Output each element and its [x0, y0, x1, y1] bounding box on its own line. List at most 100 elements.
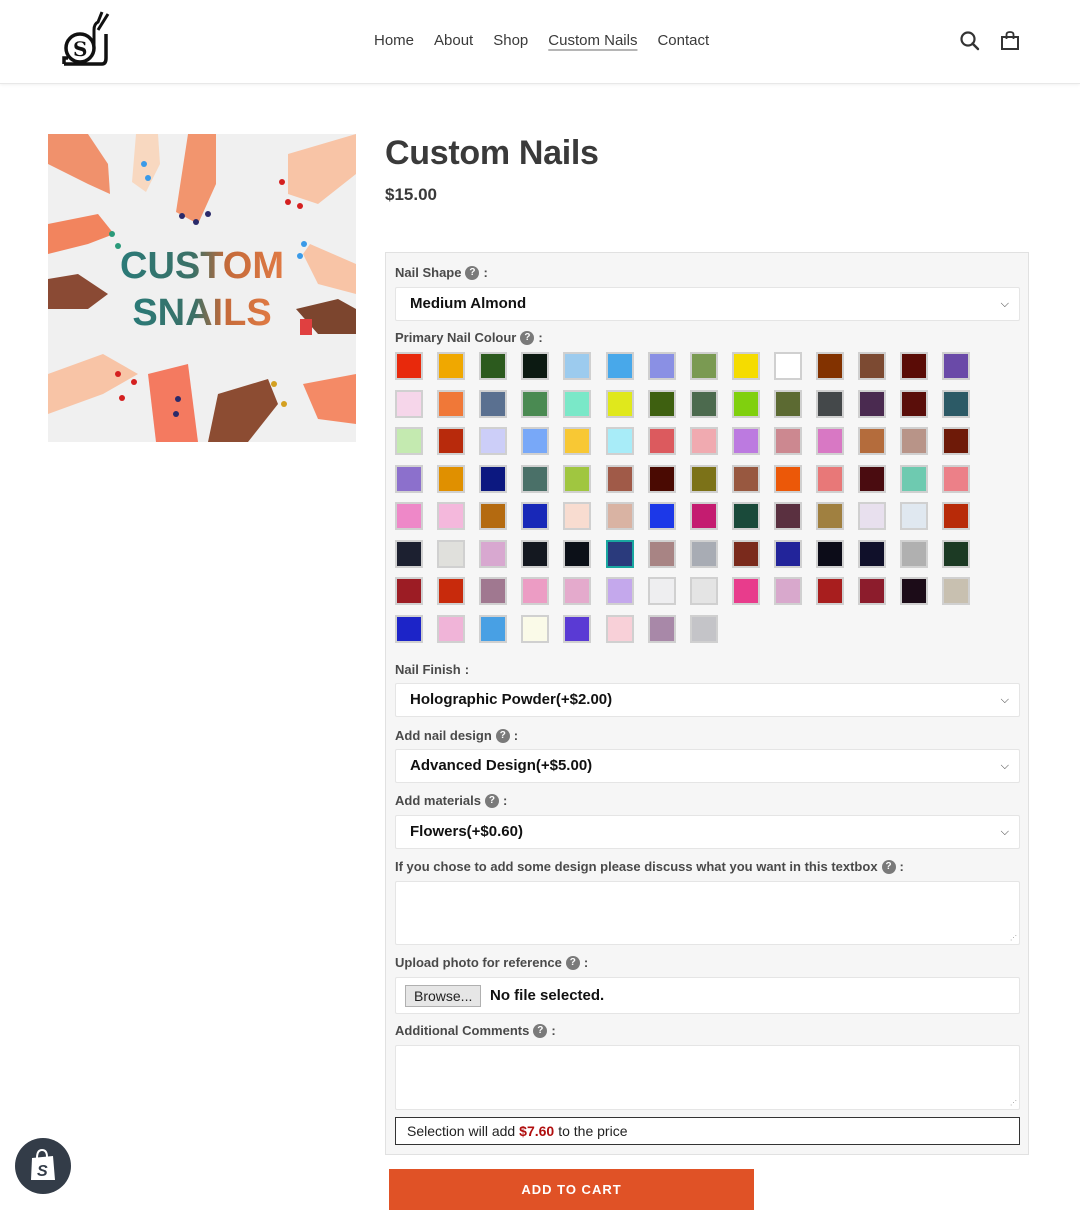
- nav-about[interactable]: About: [424, 31, 483, 51]
- colour-swatch[interactable]: [690, 427, 718, 455]
- colour-swatch[interactable]: [900, 502, 928, 530]
- colour-swatch[interactable]: [395, 427, 423, 455]
- colour-swatch[interactable]: [690, 352, 718, 380]
- product-image[interactable]: CUSTOM SNAILS: [48, 134, 356, 442]
- browse-button[interactable]: Browse...: [405, 985, 482, 1007]
- colour-swatch[interactable]: [732, 540, 760, 568]
- nail-finish-select[interactable]: Holographic Powder(+$2.00) ⌵: [395, 683, 1020, 717]
- colour-swatch[interactable]: [437, 540, 465, 568]
- colour-swatch-selected[interactable]: [606, 540, 634, 568]
- colour-swatch[interactable]: [648, 540, 676, 568]
- help-icon[interactable]: ?: [465, 265, 480, 280]
- colour-swatch[interactable]: [479, 427, 507, 455]
- colour-swatch[interactable]: [521, 352, 549, 380]
- colour-swatch[interactable]: [774, 427, 802, 455]
- help-icon[interactable]: ?: [520, 330, 535, 345]
- colour-swatch[interactable]: [900, 465, 928, 493]
- colour-swatch[interactable]: [690, 390, 718, 418]
- colour-swatch[interactable]: [437, 352, 465, 380]
- colour-swatch[interactable]: [606, 465, 634, 493]
- shopify-badge[interactable]: S: [15, 1138, 71, 1194]
- resize-handle-icon[interactable]: ⋰: [1010, 935, 1017, 942]
- colour-swatch[interactable]: [395, 390, 423, 418]
- colour-swatch[interactable]: [900, 427, 928, 455]
- colour-swatch[interactable]: [816, 577, 844, 605]
- colour-swatch[interactable]: [521, 390, 549, 418]
- colour-swatch[interactable]: [816, 502, 844, 530]
- colour-swatch[interactable]: [774, 352, 802, 380]
- colour-swatch[interactable]: [942, 390, 970, 418]
- colour-swatch[interactable]: [648, 502, 676, 530]
- colour-swatch[interactable]: [648, 427, 676, 455]
- colour-swatch[interactable]: [732, 390, 760, 418]
- colour-swatch[interactable]: [774, 577, 802, 605]
- colour-swatch[interactable]: [563, 615, 591, 643]
- nav-shop[interactable]: Shop: [483, 31, 538, 51]
- colour-swatch[interactable]: [521, 502, 549, 530]
- colour-swatch[interactable]: [563, 540, 591, 568]
- help-icon[interactable]: ?: [484, 793, 499, 808]
- colour-swatch[interactable]: [395, 502, 423, 530]
- materials-select[interactable]: Flowers(+$0.60) ⌵: [395, 815, 1020, 849]
- design-notes-textarea[interactable]: ⋰: [395, 881, 1020, 945]
- help-icon[interactable]: ?: [495, 728, 510, 743]
- colour-swatch[interactable]: [690, 465, 718, 493]
- nail-design-select[interactable]: Advanced Design(+$5.00) ⌵: [395, 749, 1020, 783]
- colour-swatch[interactable]: [479, 502, 507, 530]
- nail-shape-select[interactable]: Medium Almond ⌵: [395, 287, 1020, 321]
- colour-swatch[interactable]: [942, 427, 970, 455]
- nav-contact[interactable]: Contact: [647, 31, 719, 51]
- colour-swatch[interactable]: [479, 465, 507, 493]
- cart-icon[interactable]: [999, 30, 1021, 52]
- colour-swatch[interactable]: [900, 577, 928, 605]
- colour-swatch[interactable]: [900, 540, 928, 568]
- colour-swatch[interactable]: [395, 465, 423, 493]
- colour-swatch[interactable]: [437, 427, 465, 455]
- colour-swatch[interactable]: [521, 465, 549, 493]
- colour-swatch[interactable]: [648, 577, 676, 605]
- colour-swatch[interactable]: [732, 352, 760, 380]
- colour-swatch[interactable]: [774, 540, 802, 568]
- colour-swatch[interactable]: [395, 615, 423, 643]
- colour-swatch[interactable]: [521, 577, 549, 605]
- colour-swatch[interactable]: [479, 352, 507, 380]
- colour-swatch[interactable]: [942, 502, 970, 530]
- colour-swatch[interactable]: [648, 615, 676, 643]
- colour-swatch[interactable]: [690, 615, 718, 643]
- colour-swatch[interactable]: [563, 352, 591, 380]
- colour-swatch[interactable]: [816, 427, 844, 455]
- colour-swatch[interactable]: [858, 465, 886, 493]
- colour-swatch[interactable]: [521, 615, 549, 643]
- colour-swatch[interactable]: [563, 390, 591, 418]
- colour-swatch[interactable]: [858, 352, 886, 380]
- colour-swatch[interactable]: [774, 390, 802, 418]
- help-icon[interactable]: ?: [881, 859, 896, 874]
- colour-swatch[interactable]: [606, 502, 634, 530]
- colour-swatch[interactable]: [690, 577, 718, 605]
- colour-swatch[interactable]: [437, 502, 465, 530]
- colour-swatch[interactable]: [942, 352, 970, 380]
- colour-swatch[interactable]: [858, 577, 886, 605]
- colour-swatch[interactable]: [816, 465, 844, 493]
- colour-swatch[interactable]: [816, 352, 844, 380]
- help-icon[interactable]: ?: [565, 955, 580, 970]
- colour-swatch[interactable]: [479, 615, 507, 643]
- colour-swatch[interactable]: [606, 577, 634, 605]
- colour-swatch[interactable]: [858, 540, 886, 568]
- colour-swatch[interactable]: [437, 390, 465, 418]
- colour-swatch[interactable]: [606, 390, 634, 418]
- colour-swatch[interactable]: [479, 577, 507, 605]
- colour-swatch[interactable]: [900, 390, 928, 418]
- colour-swatch[interactable]: [437, 577, 465, 605]
- colour-swatch[interactable]: [395, 352, 423, 380]
- colour-swatch[interactable]: [858, 427, 886, 455]
- colour-swatch[interactable]: [732, 427, 760, 455]
- colour-swatch[interactable]: [395, 577, 423, 605]
- colour-swatch[interactable]: [563, 465, 591, 493]
- colour-swatch[interactable]: [563, 427, 591, 455]
- colour-swatch[interactable]: [816, 390, 844, 418]
- colour-swatch[interactable]: [690, 502, 718, 530]
- colour-swatch[interactable]: [437, 615, 465, 643]
- colour-swatch[interactable]: [858, 390, 886, 418]
- colour-swatch[interactable]: [479, 390, 507, 418]
